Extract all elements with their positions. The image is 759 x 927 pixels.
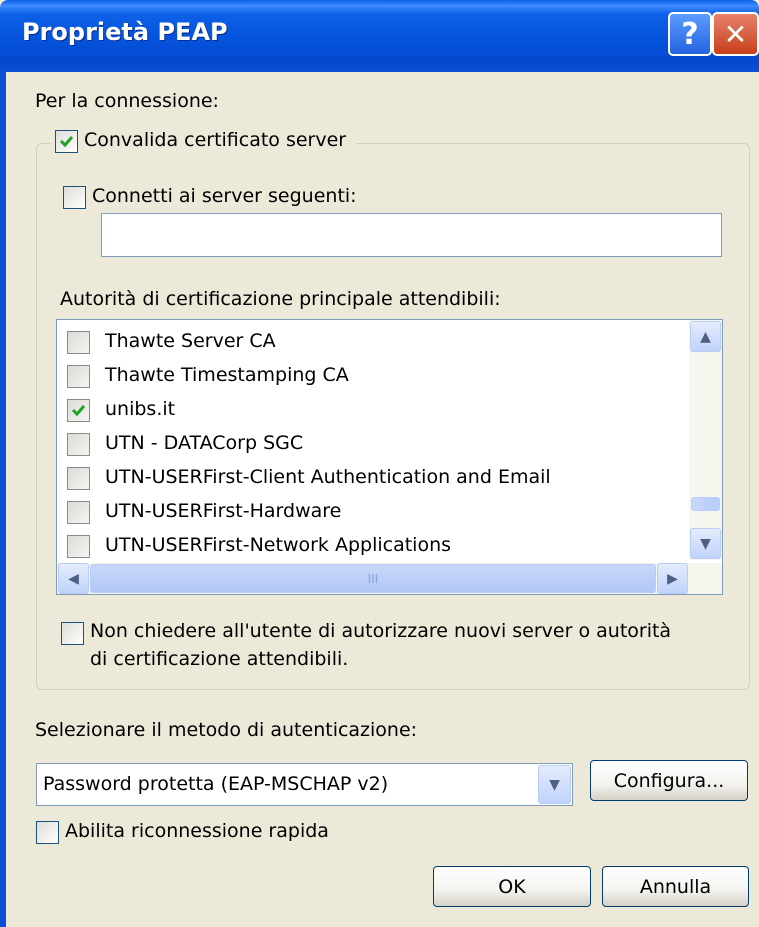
help-icon: ? xyxy=(681,16,699,52)
peap-properties-dialog: Proprietà PEAP ? ✕ Per la connessione: C… xyxy=(0,0,759,927)
chevron-left-icon: ◀ xyxy=(68,570,79,587)
close-icon: ✕ xyxy=(723,17,748,51)
fast-reconnect-checkbox[interactable] xyxy=(36,821,59,844)
trusted-ca-list[interactable]: Thawte Server CA Thawte Timestamping CA … xyxy=(56,319,723,595)
scroll-down-button[interactable]: ▼ xyxy=(690,528,721,559)
ok-button[interactable]: OK xyxy=(433,866,591,907)
window-title: Proprietà PEAP xyxy=(22,18,228,46)
chevron-right-icon: ▶ xyxy=(667,570,678,587)
vertical-scrollbar[interactable]: ▲ ▼ xyxy=(689,320,722,560)
list-item-label: UTN-USERFirst-Client Authentication and … xyxy=(105,466,551,488)
dropdown-button[interactable]: ▼ xyxy=(538,765,571,804)
scroll-up-button[interactable]: ▲ xyxy=(690,321,721,352)
list-item-checkbox[interactable] xyxy=(67,433,90,456)
chevron-up-icon: ▲ xyxy=(700,328,711,345)
servers-input[interactable] xyxy=(101,213,722,257)
help-button[interactable]: ? xyxy=(668,12,712,56)
title-bar[interactable]: Proprietà PEAP ? ✕ xyxy=(0,0,759,72)
horizontal-scrollbar[interactable]: ◀ III ▶ xyxy=(57,563,722,594)
list-item-label: UTN-USERFirst-Network Applications xyxy=(105,534,452,556)
list-item-checkbox[interactable] xyxy=(67,331,90,354)
connect-to-servers-checkbox[interactable] xyxy=(63,186,86,209)
validate-server-cert-checkbox[interactable] xyxy=(55,130,78,153)
list-item-checkbox[interactable] xyxy=(67,501,90,524)
chevron-down-icon: ▼ xyxy=(549,776,560,793)
horizontal-scroll-thumb[interactable]: III xyxy=(90,564,656,593)
checkmark-icon xyxy=(71,405,86,417)
scroll-left-button[interactable]: ◀ xyxy=(58,563,89,594)
vertical-scroll-thumb[interactable] xyxy=(691,497,720,511)
list-item-label: UTN-USERFirst-Hardware xyxy=(105,500,342,522)
cancel-button[interactable]: Annulla xyxy=(602,866,749,907)
validate-server-cert-label[interactable]: Convalida certificato server xyxy=(84,129,346,151)
connection-label: Per la connessione: xyxy=(35,90,219,112)
scroll-grip-icon: III xyxy=(367,571,379,586)
configure-button[interactable]: Configura... xyxy=(590,760,748,801)
list-item-label: Thawte Timestamping CA xyxy=(105,364,349,386)
list-item-checkbox[interactable] xyxy=(67,467,90,490)
list-item-label: Thawte Server CA xyxy=(105,330,276,352)
configure-button-label: Configura... xyxy=(613,769,725,792)
auth-method-value: Password protetta (EAP-MSCHAP v2) xyxy=(43,773,389,795)
no-prompt-label-line2[interactable]: di certificazione attendibili. xyxy=(90,648,348,670)
cancel-button-label: Annulla xyxy=(639,875,712,898)
trusted-root-ca-label: Autorità di certificazione principale at… xyxy=(60,288,501,310)
list-item-checkbox[interactable] xyxy=(67,535,90,558)
list-item-label: UTN - DATACorp SGC xyxy=(105,432,304,454)
fast-reconnect-label[interactable]: Abilita riconnessione rapida xyxy=(65,820,329,842)
window-frame-left xyxy=(0,72,6,927)
auth-method-label: Selezionare il metodo di autenticazione: xyxy=(35,719,418,741)
no-prompt-checkbox[interactable] xyxy=(61,622,84,645)
list-item-checkbox[interactable] xyxy=(67,365,90,388)
close-button[interactable]: ✕ xyxy=(712,12,759,56)
no-prompt-label-line1[interactable]: Non chiedere all'utente di autorizzare n… xyxy=(90,620,671,642)
list-item-checkbox[interactable] xyxy=(67,399,90,422)
connect-to-servers-label[interactable]: Connetti ai server seguenti: xyxy=(92,185,357,207)
scroll-right-button[interactable]: ▶ xyxy=(657,563,688,594)
checkmark-icon xyxy=(59,136,74,148)
list-item-label: unibs.it xyxy=(105,398,176,420)
auth-method-select[interactable]: Password protetta (EAP-MSCHAP v2) ▼ xyxy=(36,763,573,806)
ok-button-label: OK xyxy=(498,875,526,898)
chevron-down-icon: ▼ xyxy=(700,535,711,552)
